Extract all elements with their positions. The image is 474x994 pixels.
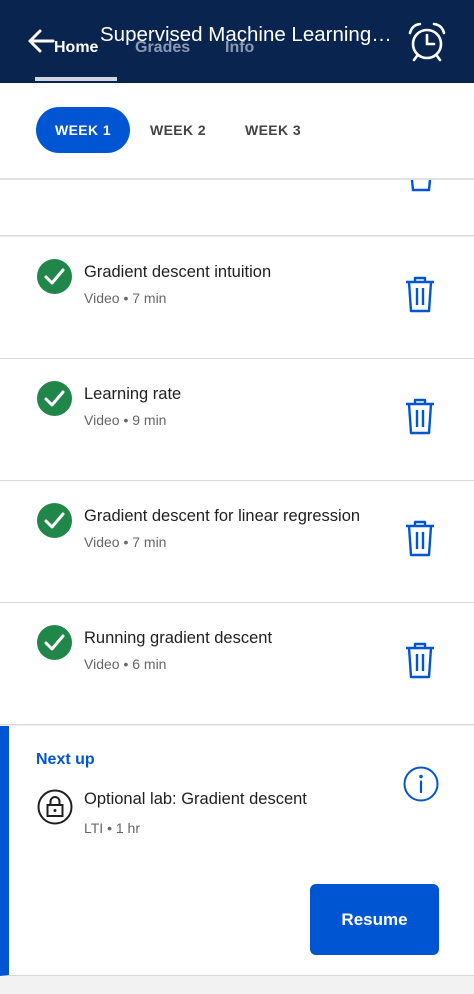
trash-icon[interactable] [404,519,436,557]
item-title: Learning rate [84,385,182,403]
completed-check-icon [37,503,72,538]
info-icon[interactable] [402,765,440,803]
next-up-label: Next up [36,751,95,768]
list-item[interactable]: Learning rate Video • 9 min [0,359,474,481]
list-item[interactable]: Gradient descent for linear regression V… [0,481,474,603]
back-arrow-icon[interactable] [26,27,56,55]
item-title: Running gradient descent [84,629,273,647]
next-item-meta: LTI • 1 hr [84,820,140,836]
trash-icon[interactable] [408,180,434,192]
trash-icon[interactable] [404,275,436,313]
week-selector: WEEK 1 WEEK 2 WEEK 3 [0,83,474,180]
item-meta: Video • 9 min [84,412,167,428]
active-tab-indicator [35,77,117,81]
item-meta: Video • 7 min [84,534,167,550]
completed-check-icon [37,625,72,660]
completed-check-icon [37,259,72,294]
next-up-card: Next up Optional lab: Gradient descent L… [0,726,474,976]
next-item-title[interactable]: Optional lab: Gradient descent [84,790,307,809]
list-item[interactable]: Running gradient descent Video • 6 min [0,603,474,725]
list-item[interactable]: Gradient descent intuition Video • 7 min [0,237,474,359]
tab-home[interactable]: Home [54,38,98,58]
lock-icon [37,789,73,825]
trash-icon[interactable] [404,397,436,435]
item-title: Gradient descent intuition [84,263,272,281]
course-title: Supervised Machine Learning: Regression … [100,23,396,46]
week-2-tab[interactable]: WEEK 2 [140,107,216,153]
week-1-tab[interactable]: WEEK 1 [36,107,130,153]
week-3-tab[interactable]: WEEK 3 [236,107,310,153]
resume-button[interactable]: Resume [310,884,439,955]
item-title: Gradient descent for linear regression [84,507,361,525]
item-meta: Video • 7 min [84,290,167,306]
list-item-partial [0,180,474,236]
trash-icon[interactable] [404,641,436,679]
app-header: Supervised Machine Learning: Regression … [0,0,474,83]
completed-check-icon [37,381,72,416]
item-meta: Video • 6 min [84,656,167,672]
alarm-clock-icon[interactable] [406,22,448,62]
